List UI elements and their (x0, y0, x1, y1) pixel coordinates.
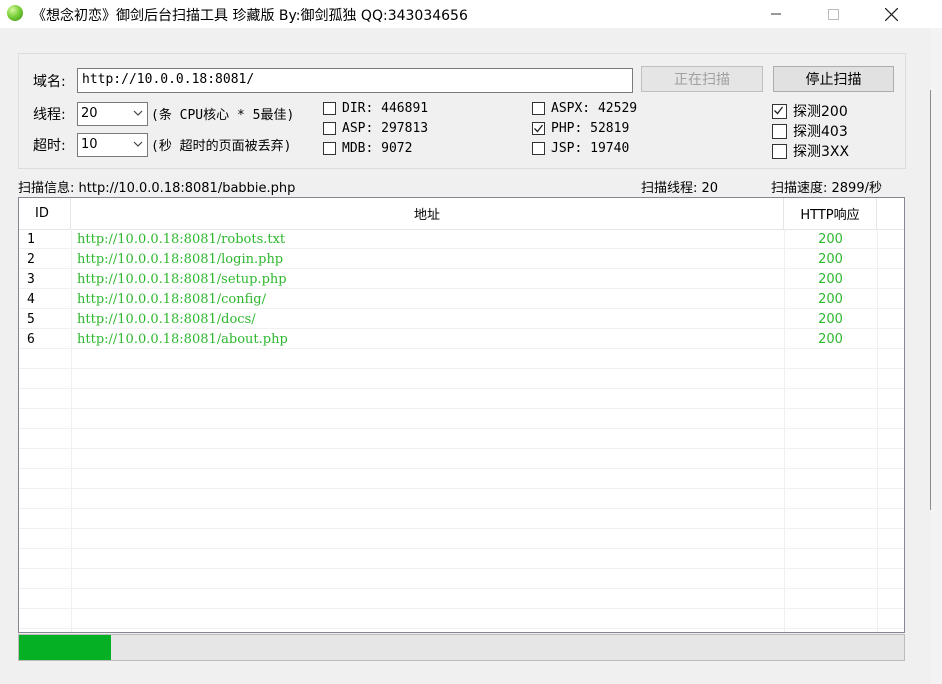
threads-hint: (条 CPU核心 * 5最佳) (151, 108, 295, 123)
row-url: http://10.0.0.18:8081/login.php (77, 252, 284, 267)
column-url[interactable]: 地址 (71, 198, 784, 229)
minimize-icon (771, 13, 781, 15)
dict-checkbox[interactable]: MDB: 9072 (323, 141, 412, 156)
scan-speed: 扫描速度: 2899/秒 (771, 181, 882, 196)
threads-select[interactable]: 20 (77, 102, 148, 126)
row-url: http://10.0.0.18:8081/setup.php (77, 272, 287, 287)
table-row[interactable]: 5 http://10.0.0.18:8081/docs/200 (19, 309, 904, 329)
progress-fill (19, 635, 112, 660)
scanning-button[interactable]: 正在扫描 (641, 66, 763, 92)
row-url: http://10.0.0.18:8081/robots.txt (77, 232, 286, 247)
domain-label: 域名: (33, 74, 66, 90)
probe-checkbox[interactable]: 探测3XX (772, 141, 849, 161)
scan-threads: 扫描线程: 20 (641, 181, 719, 196)
threads-value: 20 (81, 106, 98, 121)
checkbox-box[interactable] (532, 142, 545, 155)
dict-checkbox[interactable]: PHP: 52819 (532, 121, 629, 136)
scan-progress-bar (18, 634, 905, 661)
table-row[interactable]: 4 http://10.0.0.18:8081/config/200 (19, 289, 904, 309)
timeout-select[interactable]: 10 (77, 133, 148, 157)
dict-checkbox[interactable]: JSP: 19740 (532, 141, 629, 156)
row-http-code: 200 (818, 252, 843, 267)
row-http-code: 200 (818, 312, 843, 327)
close-button[interactable] (868, 0, 914, 28)
row-id: 1 (27, 232, 35, 247)
minimize-button[interactable] (753, 0, 799, 28)
dict-label: ASPX: 42529 (551, 101, 638, 116)
probe-checkbox[interactable]: 探测200 (772, 101, 848, 121)
column-http-code[interactable]: HTTP响应 (784, 198, 877, 229)
row-http-code: 200 (818, 272, 843, 287)
dict-label: DIR: 446891 (342, 101, 429, 116)
row-id: 4 (27, 292, 35, 307)
dict-checkbox[interactable]: DIR: 446891 (323, 101, 428, 116)
probe-label: 探测200 (793, 104, 848, 120)
domain-input[interactable]: http://10.0.0.18:8081/ (77, 68, 633, 93)
timeout-value: 10 (81, 137, 98, 152)
row-id: 5 (27, 312, 35, 327)
dict-label: ASP: 297813 (342, 121, 429, 136)
window-title: 《想念初恋》御剑后台扫描工具 珍藏版 By:御剑孤独 QQ:343034656 (32, 8, 468, 24)
threads-label: 线程: (33, 107, 66, 123)
background-window-border (930, 90, 931, 510)
checkmark-icon (534, 124, 544, 133)
dict-label: JSP: 19740 (551, 141, 630, 156)
column-id[interactable]: ID (19, 198, 71, 229)
checkbox-box[interactable] (772, 143, 787, 159)
probe-checkbox[interactable]: 探测403 (772, 121, 848, 141)
chevron-down-icon (133, 110, 143, 116)
close-icon (884, 7, 898, 21)
table-row[interactable]: 1 http://10.0.0.18:8081/robots.txt 200 (19, 229, 904, 249)
row-http-code: 200 (818, 232, 843, 247)
dict-label: PHP: 52819 (551, 121, 630, 136)
checkbox-box[interactable] (323, 142, 336, 155)
row-url: http://10.0.0.18:8081/about.php (77, 332, 288, 347)
checkbox-box[interactable] (772, 123, 787, 139)
checkbox-box[interactable] (772, 103, 787, 119)
row-http-code: 200 (818, 332, 843, 347)
row-http-code: 200 (818, 292, 843, 307)
background-window-edge (930, 28, 942, 684)
dict-checkbox[interactable]: ASPX: 42529 (532, 101, 637, 116)
checkbox-box[interactable] (323, 122, 336, 135)
checkbox-box[interactable] (532, 102, 545, 115)
row-id: 6 (27, 332, 35, 347)
probe-label: 探测403 (793, 124, 848, 140)
results-table[interactable]: ID 地址 HTTP响应 1 http://10.0.0.18:8081/robo… (18, 197, 905, 633)
app-icon (7, 5, 23, 21)
row-url: http://10.0.0.18:8081/config/ (77, 292, 267, 307)
scan-info: 扫描信息: http://10.0.0.18:8081/babbie.php (18, 181, 296, 196)
maximize-icon (827, 8, 839, 20)
row-id: 3 (27, 272, 35, 287)
row-id: 2 (27, 252, 35, 267)
checkmark-icon (774, 106, 784, 114)
chevron-down-icon (133, 141, 143, 147)
table-row[interactable]: 6 http://10.0.0.18:8081/about.php 200 (19, 329, 904, 349)
checkbox-box[interactable] (323, 102, 336, 115)
dict-checkbox[interactable]: ASP: 297813 (323, 121, 428, 136)
stop-scan-button[interactable]: 停止扫描 (773, 66, 894, 92)
row-url: http://10.0.0.18:8081/docs/ (77, 312, 256, 327)
dict-label: MDB: 9072 (342, 141, 413, 156)
table-row[interactable]: 2 http://10.0.0.18:8081/login.php 200 (19, 249, 904, 269)
table-row[interactable]: 3 http://10.0.0.18:8081/setup.php 200 (19, 269, 904, 289)
title-bar: 《想念初恋》御剑后台扫描工具 珍藏版 By:御剑孤独 QQ:343034656 (0, 0, 942, 28)
checkbox-box[interactable] (532, 122, 545, 135)
timeout-hint: (秒 超时的页面被丢弃) (151, 139, 292, 154)
maximize-button[interactable] (810, 0, 856, 28)
table-header: ID 地址 HTTP响应 (19, 198, 904, 230)
probe-label: 探测3XX (793, 144, 850, 160)
timeout-label: 超时: (33, 138, 66, 154)
